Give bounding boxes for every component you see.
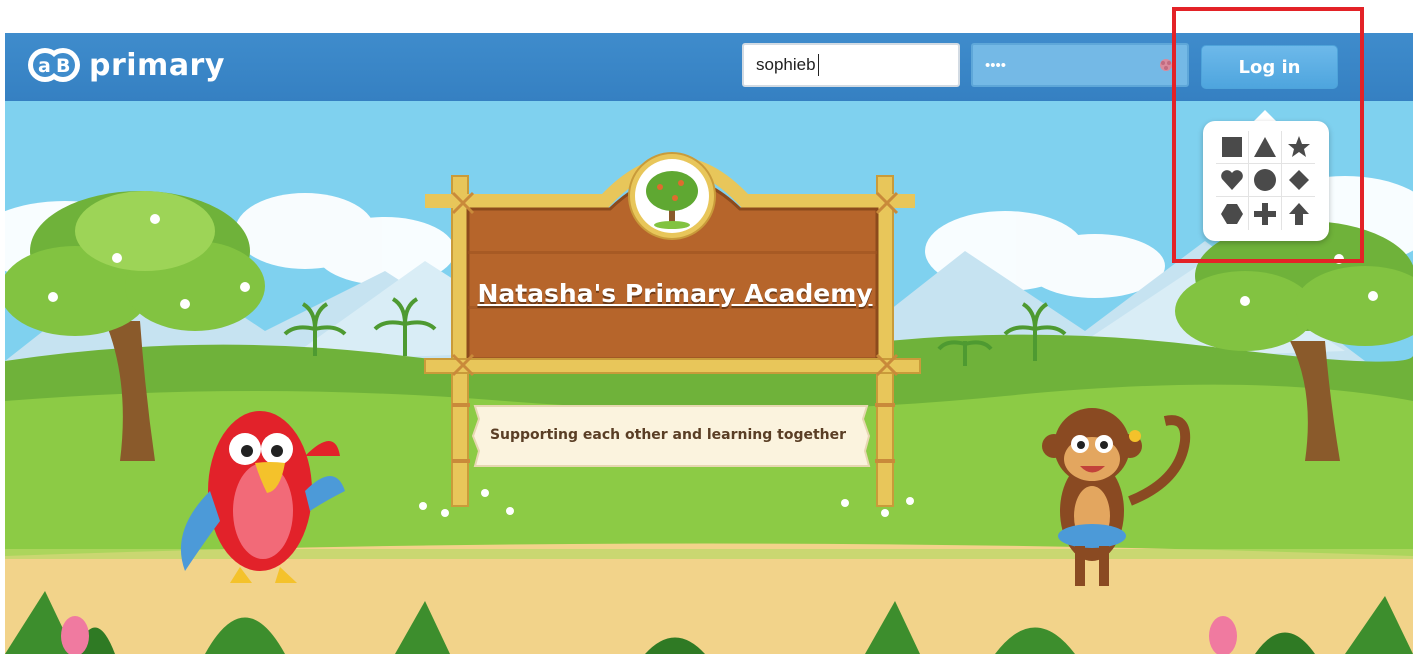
triangle-icon [1254, 137, 1276, 157]
app-root: a B primary Log in [0, 0, 1413, 654]
picture-hint-icon[interactable] [1157, 57, 1175, 73]
school-motto: Supporting each other and learning toget… [489, 427, 847, 443]
welcome-scene: Natasha's Primary Academy Supporting eac… [5, 101, 1413, 654]
school-sign [419, 152, 921, 517]
logo-text: primary [89, 47, 225, 83]
ab-logo-badge-icon: a B [28, 48, 80, 82]
shape-circle-button[interactable] [1249, 164, 1282, 197]
username-input[interactable] [742, 43, 960, 87]
school-name[interactable]: Natasha's Primary Academy [470, 279, 880, 308]
arrow-up-icon [1288, 202, 1309, 225]
logo[interactable]: a B primary [27, 45, 225, 85]
shape-heart-button[interactable] [1216, 164, 1249, 197]
svg-text:a: a [38, 55, 51, 77]
shape-triangle-button[interactable] [1249, 131, 1282, 164]
heart-icon [1221, 170, 1243, 190]
popup-arrow [1254, 110, 1276, 121]
diamond-icon [1288, 170, 1309, 190]
picture-password-grid [1216, 131, 1315, 230]
scene-illustration [5, 101, 1413, 654]
picture-password-popup [1203, 121, 1329, 241]
shape-square-button[interactable] [1216, 131, 1249, 164]
shape-arrow-up-button[interactable] [1282, 197, 1315, 230]
shape-star-button[interactable] [1282, 131, 1315, 164]
plus-icon [1254, 202, 1276, 225]
shape-diamond-button[interactable] [1282, 164, 1315, 197]
shape-plus-button[interactable] [1249, 197, 1282, 230]
square-icon [1222, 137, 1242, 157]
svg-text:B: B [56, 55, 70, 77]
circle-icon [1254, 169, 1276, 191]
header-bar: a B primary Log in [5, 33, 1413, 101]
shape-hexagon-button[interactable] [1216, 197, 1249, 230]
star-icon [1287, 136, 1310, 157]
hexagon-icon [1221, 203, 1243, 224]
login-button[interactable]: Log in [1201, 45, 1338, 89]
text-caret [818, 54, 819, 76]
